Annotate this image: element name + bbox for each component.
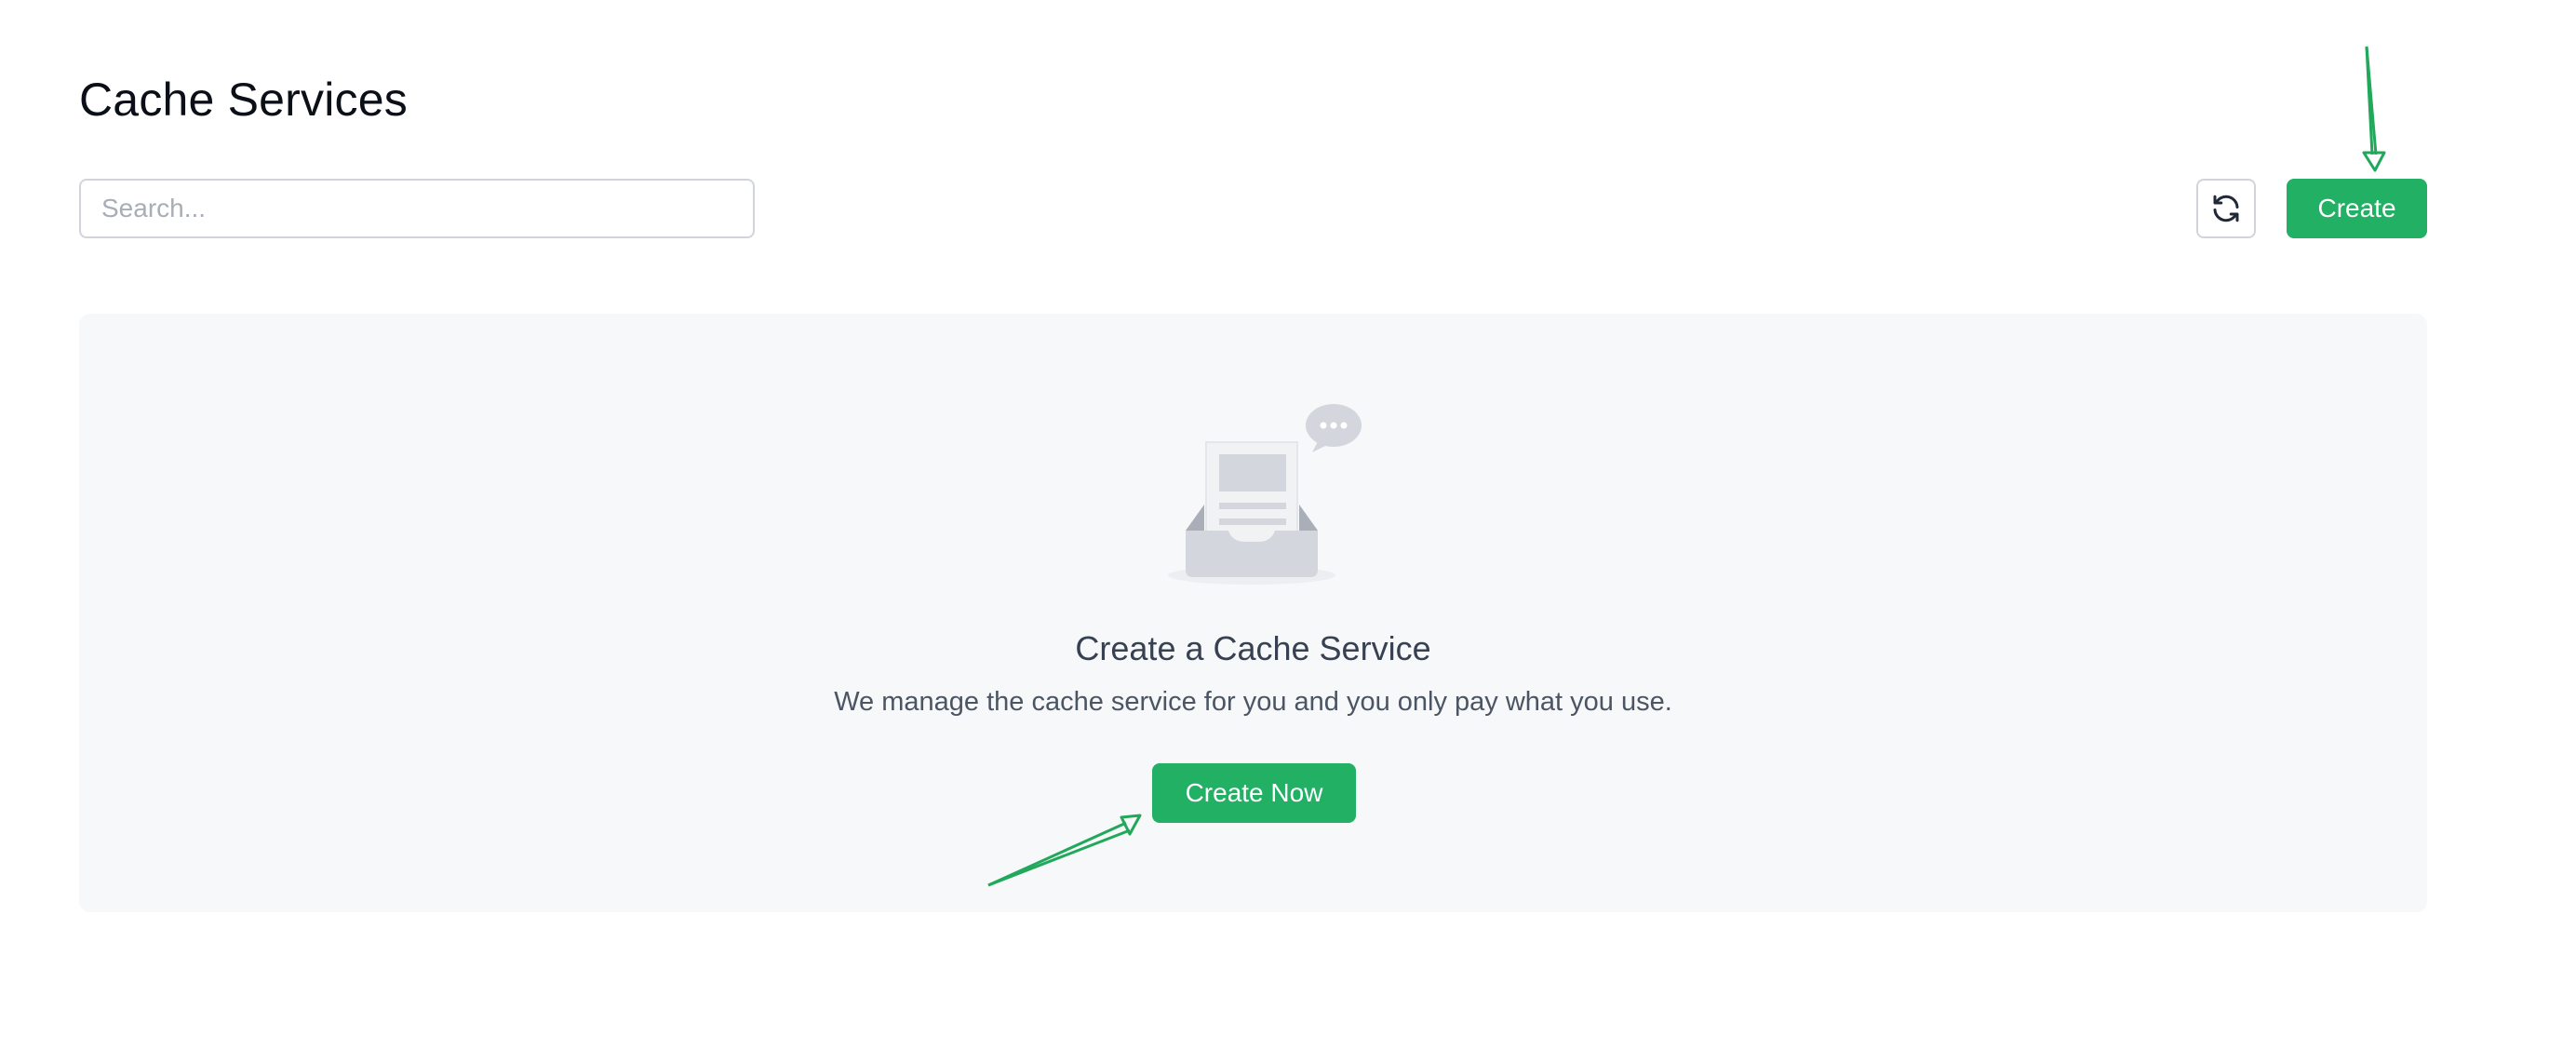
search-input[interactable] [79,179,755,238]
empty-state-title: Create a Cache Service [1075,629,1431,667]
page-title: Cache Services [79,74,408,126]
create-button[interactable]: Create [2287,179,2427,238]
empty-state-description: We manage the cache service for you and … [834,687,1672,717]
arrow-to-create-button [2362,46,2386,172]
refresh-button[interactable] [2196,179,2256,238]
create-now-button[interactable]: Create Now [1152,763,1356,823]
empty-inbox-icon [1168,404,1362,585]
refresh-icon [2213,195,2239,222]
